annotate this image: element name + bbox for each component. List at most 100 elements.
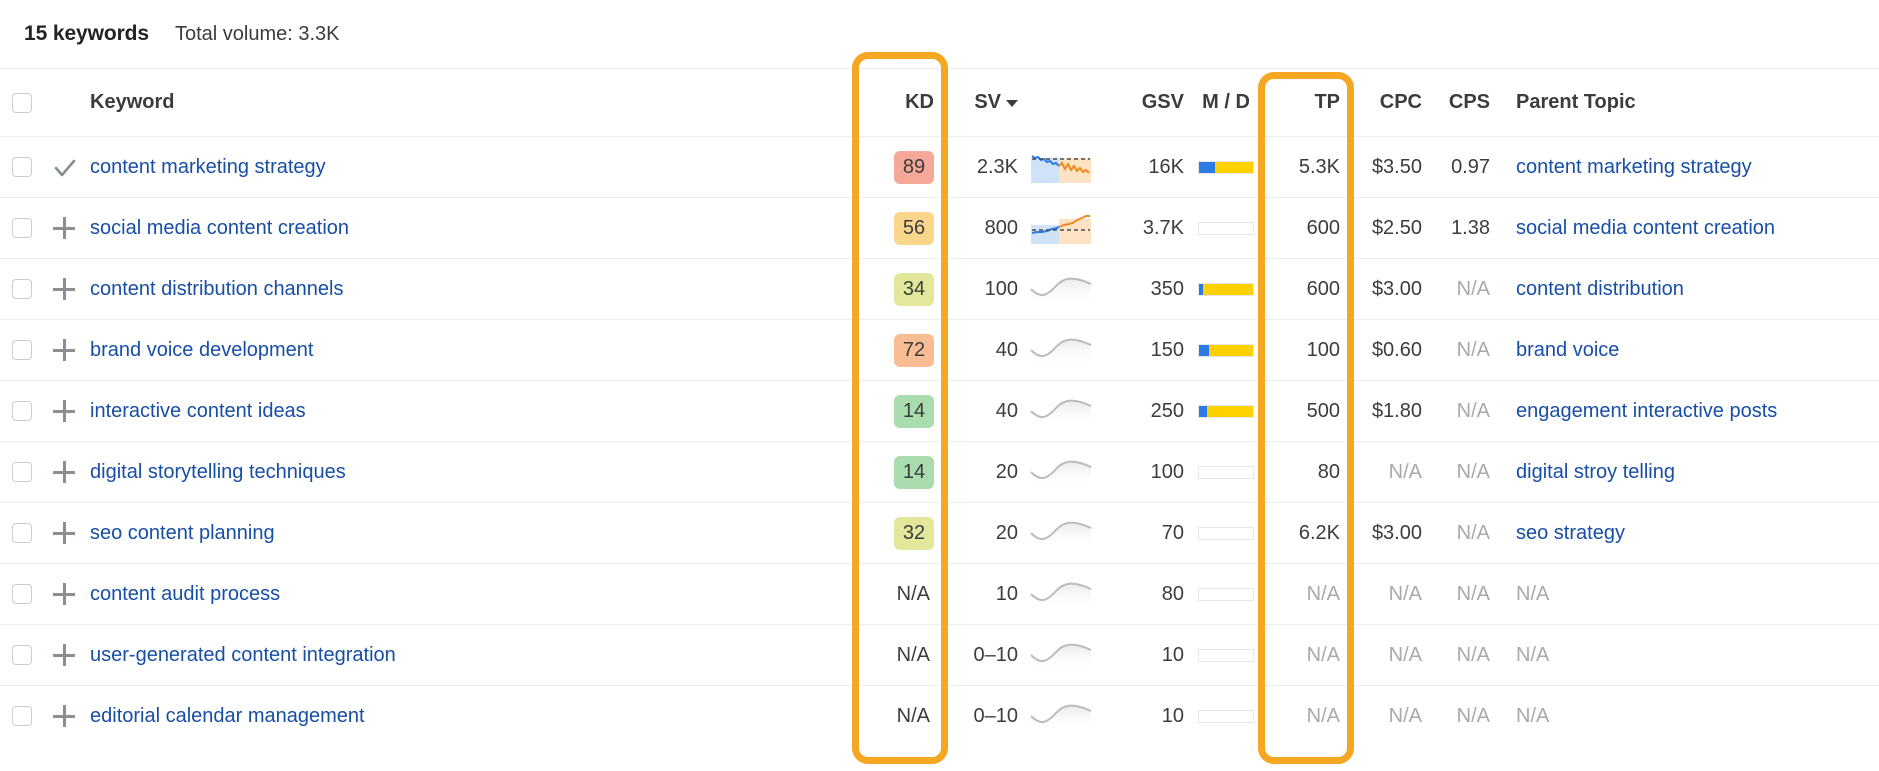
parent-topic-cell[interactable]: content marketing strategy [1490,137,1879,198]
parent-topic-cell[interactable]: N/A [1490,564,1879,625]
parent-topic-link[interactable]: content distribution [1516,278,1684,300]
plus-icon[interactable] [53,644,75,666]
keyword-link[interactable]: seo content planning [90,522,275,544]
parent-topic-link[interactable]: content marketing strategy [1516,156,1752,178]
header-sv[interactable]: SV [946,69,1018,137]
plus-icon[interactable] [53,705,75,727]
row-select-cell[interactable] [0,259,44,320]
header-gsv[interactable]: GSV [1104,69,1184,137]
row-select-cell[interactable] [0,503,44,564]
table-row[interactable]: content marketing strategy 89 2.3K 16K 5… [0,137,1879,198]
header-cpc[interactable]: CPC [1350,69,1422,137]
row-select-cell[interactable] [0,442,44,503]
table-row[interactable]: content distribution channels 34 100 350… [0,259,1879,320]
row-select-cell[interactable] [0,625,44,686]
row-action-cell[interactable] [44,503,84,564]
row-select-cell[interactable] [0,381,44,442]
row-action-cell[interactable] [44,625,84,686]
row-select-cell[interactable] [0,137,44,198]
keyword-cell[interactable]: content distribution channels [84,259,854,320]
parent-topic-cell[interactable]: N/A [1490,625,1879,686]
parent-topic-link[interactable]: seo strategy [1516,522,1625,544]
select-all-checkbox[interactable] [12,93,32,113]
keyword-cell[interactable]: social media content creation [84,198,854,259]
row-checkbox[interactable] [12,523,32,543]
keyword-cell[interactable]: editorial calendar management [84,686,854,747]
parent-topic-link[interactable]: brand voice [1516,339,1619,361]
keyword-link[interactable]: content audit process [90,583,280,605]
table-row[interactable]: editorial calendar management N/A 0–10 1… [0,686,1879,747]
keyword-cell[interactable]: brand voice development [84,320,854,381]
row-action-cell[interactable] [44,442,84,503]
plus-icon[interactable] [53,461,75,483]
keyword-cell[interactable]: content audit process [84,564,854,625]
row-checkbox[interactable] [12,645,32,665]
header-kd[interactable]: KD [854,69,946,137]
row-select-cell[interactable] [0,564,44,625]
keyword-link[interactable]: interactive content ideas [90,400,306,422]
plus-icon[interactable] [53,217,75,239]
row-checkbox[interactable] [12,157,32,177]
row-action-cell[interactable] [44,198,84,259]
sv-sparkline-cell [1018,625,1104,686]
plus-icon[interactable] [53,400,75,422]
table-row[interactable]: social media content creation 56 800 3.7… [0,198,1879,259]
parent-topic-link[interactable]: social media content creation [1516,217,1775,239]
parent-topic-cell[interactable]: engagement interactive posts [1490,381,1879,442]
parent-topic-link[interactable]: digital stroy telling [1516,461,1675,483]
parent-topic-cell[interactable]: social media content creation [1490,198,1879,259]
row-checkbox[interactable] [12,218,32,238]
row-checkbox[interactable] [12,279,32,299]
parent-topic-cell[interactable]: brand voice [1490,320,1879,381]
keyword-link[interactable]: social media content creation [90,217,349,239]
row-select-cell[interactable] [0,198,44,259]
parent-topic-link[interactable]: engagement interactive posts [1516,400,1777,422]
plus-icon[interactable] [53,522,75,544]
keyword-link[interactable]: editorial calendar management [90,705,365,727]
keyword-cell[interactable]: interactive content ideas [84,381,854,442]
table-row[interactable]: user-generated content integration N/A 0… [0,625,1879,686]
keyword-cell[interactable]: seo content planning [84,503,854,564]
row-action-cell[interactable] [44,686,84,747]
header-cps[interactable]: CPS [1422,69,1490,137]
row-action-cell[interactable] [44,137,84,198]
parent-topic-cell[interactable]: N/A [1490,686,1879,747]
row-checkbox[interactable] [12,462,32,482]
row-action-cell[interactable] [44,564,84,625]
keyword-link[interactable]: brand voice development [90,339,313,361]
row-checkbox[interactable] [12,340,32,360]
table-row[interactable]: content audit process N/A 10 80 N/A N/A … [0,564,1879,625]
parent-topic-cell[interactable]: digital stroy telling [1490,442,1879,503]
keyword-link[interactable]: content distribution channels [90,278,344,300]
table-row[interactable]: digital storytelling techniques 14 20 10… [0,442,1879,503]
keyword-link[interactable]: digital storytelling techniques [90,461,346,483]
keyword-cell[interactable]: content marketing strategy [84,137,854,198]
row-select-cell[interactable] [0,686,44,747]
keyword-link[interactable]: content marketing strategy [90,156,326,178]
row-action-cell[interactable] [44,381,84,442]
plus-icon[interactable] [53,583,75,605]
plus-icon[interactable] [53,278,75,300]
parent-topic-cell[interactable]: seo strategy [1490,503,1879,564]
check-icon[interactable] [53,156,75,178]
header-keyword[interactable]: Keyword [84,69,854,137]
row-checkbox[interactable] [12,401,32,421]
header-parent-topic[interactable]: Parent Topic [1490,69,1879,137]
table-row[interactable]: brand voice development 72 40 150 100 $0… [0,320,1879,381]
header-tp[interactable]: TP [1268,69,1350,137]
parent-topic-cell[interactable]: content distribution [1490,259,1879,320]
keyword-cell[interactable]: user-generated content integration [84,625,854,686]
header-md[interactable]: M / D [1184,69,1268,137]
row-action-cell[interactable] [44,320,84,381]
table-row[interactable]: seo content planning 32 20 70 6.2K $3.00… [0,503,1879,564]
plus-icon[interactable] [53,339,75,361]
kd-badge: 72 [894,334,934,367]
sv-value: 2.3K [977,156,1018,178]
keyword-cell[interactable]: digital storytelling techniques [84,442,854,503]
table-row[interactable]: interactive content ideas 14 40 250 500 … [0,381,1879,442]
keyword-link[interactable]: user-generated content integration [90,644,396,666]
row-checkbox[interactable] [12,584,32,604]
row-select-cell[interactable] [0,320,44,381]
row-action-cell[interactable] [44,259,84,320]
row-checkbox[interactable] [12,706,32,726]
